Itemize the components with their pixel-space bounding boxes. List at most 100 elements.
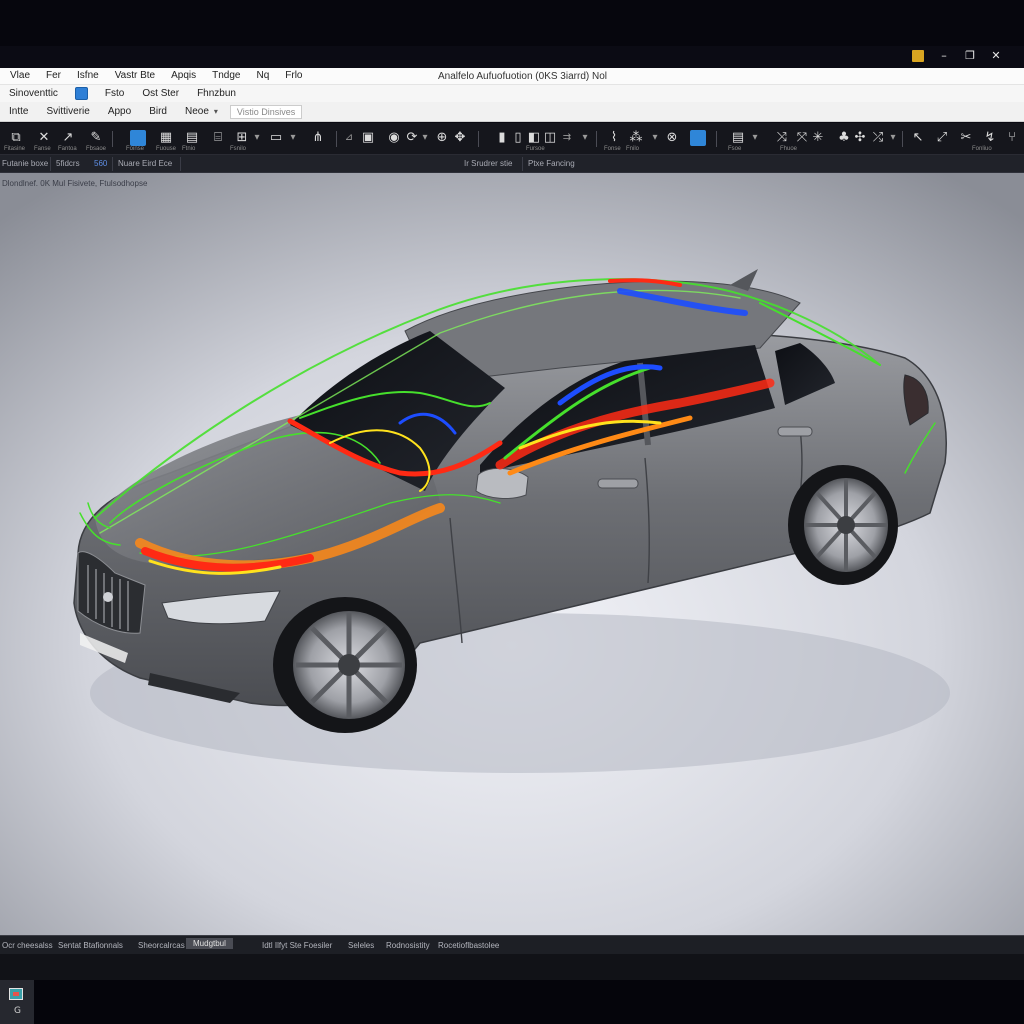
ribbon-item-4[interactable]: Fhnzbun [188,88,245,99]
chevron-down-icon[interactable]: ▾ [420,130,430,146]
menu-item-8[interactable]: Frlo [277,70,310,81]
menu-item-3[interactable]: Isfne [69,70,107,81]
chevron-down-icon[interactable]: ▾ [288,130,298,146]
tool-caption: Fnilo [626,146,640,152]
tool-caption: Fanse [34,146,51,152]
select-tool-icon[interactable]: ⧉ [8,130,24,146]
tool-caption: Fsnilo [230,146,247,152]
contour-tool-icon[interactable]: ◫ [542,130,558,146]
line-tool-icon[interactable]: ✕ [36,130,52,146]
pan-tool-icon[interactable]: ✥ [452,130,468,146]
minimize-icon[interactable]: – [938,50,950,62]
path-tool-icon[interactable]: ↯ [982,130,998,146]
rotate-tool-icon[interactable]: ⟳ [404,130,420,146]
flow-tool-icon[interactable]: ⤨ [774,130,790,146]
split-tool-icon[interactable]: ⑂ [1004,130,1020,146]
section-tool-icon[interactable]: ▮ [494,130,510,146]
status-item[interactable]: Idtl Ilfyt Ste Foesiler [262,941,332,950]
menu-item-6[interactable]: Tndge [204,70,248,81]
status-item-active[interactable]: Mudgtbul [186,938,233,949]
car-badge [103,592,113,602]
ribbon2-item-1[interactable]: Intte [0,106,37,117]
ribbon2-item-2[interactable]: Svittiverie [37,106,98,117]
taskbar-app-button[interactable]: G [0,980,34,1024]
sweep-tool-icon[interactable]: ⤢ [934,130,950,146]
menu-bar: Vlae Fer Isfne Vastr Bte Apqis Tndge Nq … [0,68,1024,85]
chevron-down-icon[interactable]: ▾ [252,130,262,146]
app-icon[interactable] [912,50,924,62]
rear-wheel [788,465,898,585]
menu-item-2[interactable]: Fer [38,70,69,81]
measure-tool-icon[interactable]: ✂ [958,130,974,146]
streamline-tool-icon[interactable]: ⌇ [606,130,622,146]
close-icon[interactable]: ✕ [990,50,1002,62]
menu-item-file[interactable]: Vlae [2,70,38,81]
subbar-item[interactable]: Nuare Eird Ece [118,159,172,168]
tool-caption: Fitasine [4,146,26,152]
status-item[interactable]: Rodnosistity [386,941,430,950]
title-bar [0,46,1024,68]
menu-item-4[interactable]: Vastr Bte [107,70,163,81]
ribbon-item-3[interactable]: Ost Ster [133,88,188,99]
status-item[interactable]: Rocetioflbastolee [438,941,499,950]
node-tool-icon[interactable]: ✣ [852,130,868,146]
ribbon2-item-3[interactable]: Appo [99,106,140,117]
cfd-application-window: – ❐ ✕ Vlae Fer Isfne Vastr Bte Apqis Tnd… [0,0,1024,1024]
chevron-down-icon[interactable]: ▾ [650,130,660,146]
pen-tool-icon[interactable]: ✎ [88,130,104,146]
3d-viewport[interactable]: Dlondlnef. 0K Mul Fisivete, Ftulsodhopse [0,173,1024,935]
plot-tool-icon[interactable]: ⋔ [310,130,326,146]
particle-tool-icon[interactable]: ⁂ [628,130,644,146]
report-tool-icon[interactable]: ▤ [730,130,746,146]
iso-tool-icon[interactable]: ◧ [526,130,542,146]
chevron-down-icon[interactable]: ▾ [750,130,760,146]
axis-tool-icon[interactable]: ⊿ [344,130,354,146]
ribbon-item-1[interactable]: Sinoventtic [0,88,67,99]
menu-item-5[interactable]: Apqis [163,70,204,81]
menu-item-7[interactable]: Nq [248,70,277,81]
status-item[interactable]: Sentat Btafionnals [58,941,123,950]
burst-tool-icon[interactable]: ✳ [810,130,826,146]
tool-caption: Fursoe [526,146,545,152]
spread-tool-icon[interactable]: ⤧ [794,130,810,146]
vector-tool-icon[interactable]: ⇉ [562,130,572,146]
subbar-item[interactable]: Ptxe Fancing [528,159,575,168]
view-tool-icon[interactable]: ◉ [386,130,402,146]
zoom-tool-icon[interactable]: ⊕ [434,130,450,146]
document-icon[interactable] [74,87,88,100]
status-strip [0,954,1024,980]
slice-tool-icon[interactable]: ▯ [510,130,526,146]
status-item[interactable]: Seleles [348,941,374,950]
subbar-item[interactable]: Futanie boxe [2,159,48,168]
ribbon-item-2[interactable]: Fsto [96,88,133,99]
subbar-item[interactable]: 5fidcrs [56,159,80,168]
blue-layer-tool-icon[interactable] [690,130,706,146]
chevron-down-icon[interactable]: ▾ [214,107,218,116]
branch-tool-icon[interactable]: ⤮ [870,130,886,146]
status-item[interactable]: Ocr cheesalss [2,941,53,950]
ribbon2-item-5[interactable]: Neoe [176,106,218,117]
curve-tool-icon[interactable]: ↗ [60,130,76,146]
chevron-down-icon[interactable]: ▾ [888,130,898,146]
mesh-tool-icon[interactable]: ⌸ [210,130,226,146]
ribbon2-item-4[interactable]: Bird [140,106,176,117]
table-tool-icon[interactable]: ▤ [184,130,200,146]
probe-tool-icon[interactable]: ⊞ [234,130,250,146]
subbar-item[interactable]: Ir Srudrer stie [464,159,512,168]
arrow-tool-icon[interactable]: ↖ [910,130,926,146]
blue-doc-tool-icon[interactable] [130,130,146,146]
marker-tool-icon[interactable]: ⊗ [664,130,680,146]
grid-tool-icon[interactable]: ▦ [158,130,174,146]
cfd-app-icon [9,988,23,1000]
light-tool-icon[interactable]: ♣ [836,130,852,146]
tool-caption: Fhuoe [780,146,798,152]
chevron-down-icon[interactable]: ▾ [580,130,590,146]
monitor-tool-icon[interactable]: ▣ [360,130,376,146]
restore-icon[interactable]: ❐ [964,50,976,62]
status-item[interactable]: Sheorcalrcas [138,941,185,950]
subbar-value[interactable]: 560 [94,159,107,168]
ribbon-search-field[interactable]: Vistio Dinsives [229,104,303,119]
front-wheel [273,597,417,733]
subbar-separator [50,157,51,171]
window-tool-icon[interactable]: ▭ [268,130,284,146]
